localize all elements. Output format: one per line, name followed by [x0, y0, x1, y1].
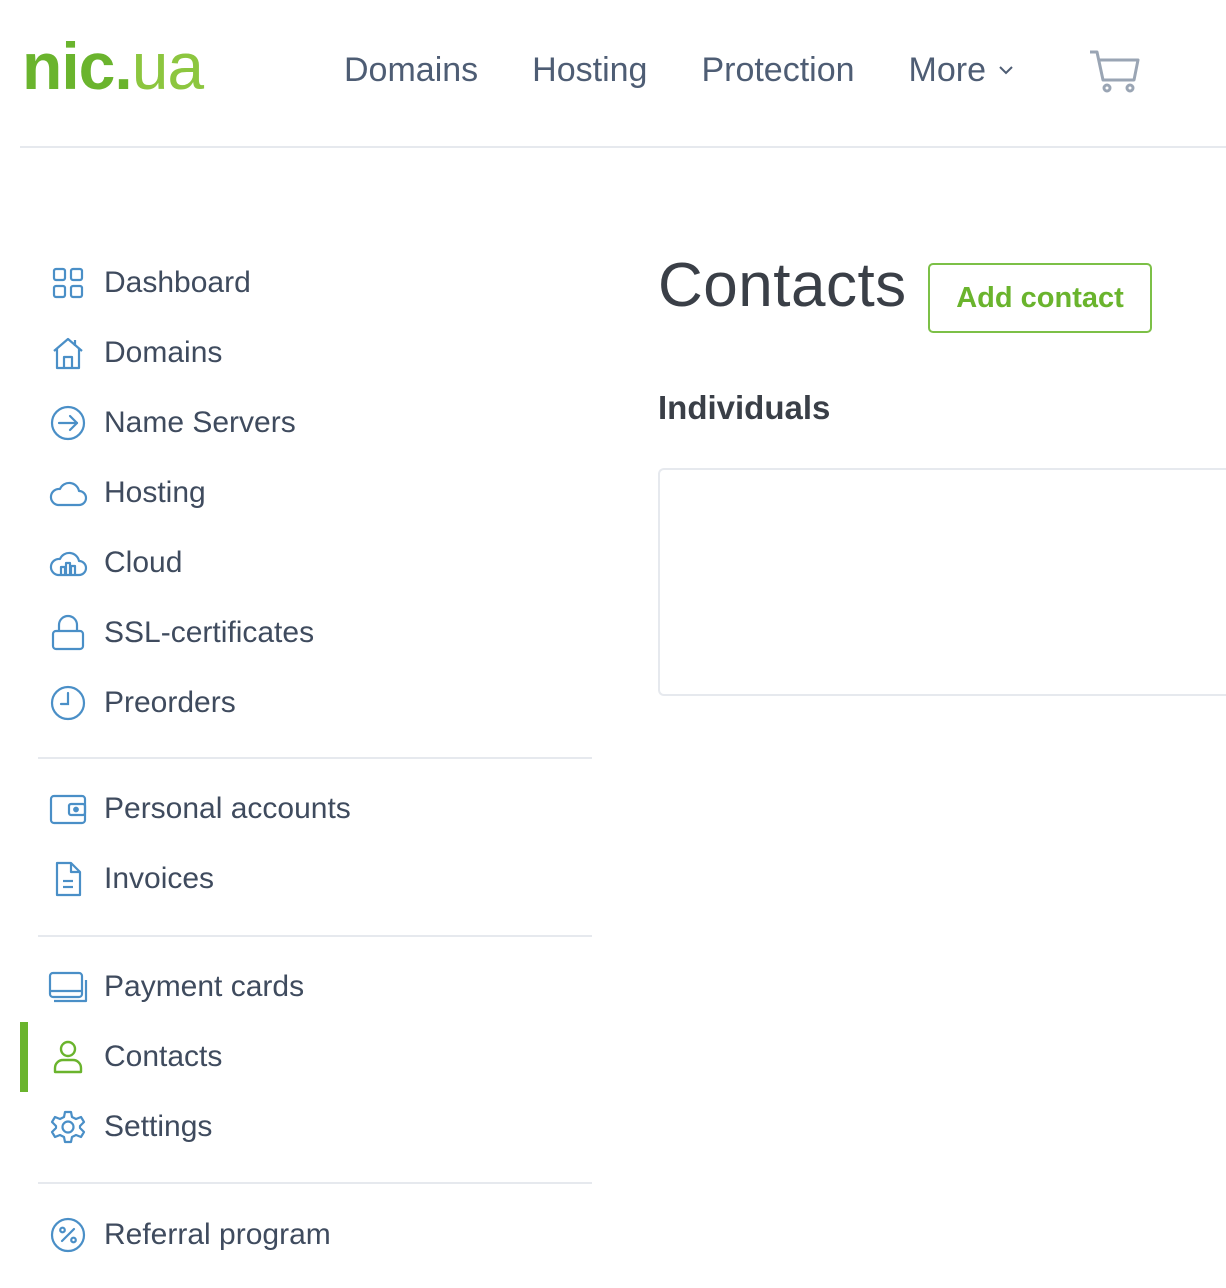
sidebar-item-domains[interactable]: Domains	[0, 318, 600, 388]
sidebar-item-personal-accounts[interactable]: Personal accounts	[0, 774, 600, 844]
dashboard-grid-icon	[48, 263, 88, 303]
lock-icon	[48, 613, 88, 653]
sidebar-item-contacts[interactable]: Contacts	[0, 1022, 600, 1092]
cart-icon[interactable]	[1088, 48, 1142, 94]
sidebar-item-label: Preorders	[104, 686, 236, 719]
sidebar-item-label: Contacts	[104, 1040, 223, 1073]
nav-hosting-label: Hosting	[532, 50, 648, 89]
nav-hosting[interactable]: Hosting	[532, 51, 647, 90]
cloud-chart-icon	[48, 543, 88, 583]
person-icon	[48, 1037, 88, 1077]
logo-text-dot: .	[114, 29, 132, 103]
nic-ua-logo[interactable]: nic.ua	[22, 29, 204, 103]
logo-text-ua: ua	[131, 29, 204, 103]
document-icon	[48, 859, 88, 899]
sidebar-item-label: Payment cards	[104, 970, 305, 1003]
sidebar-divider	[38, 935, 592, 937]
sidebar-item-label: Personal accounts	[104, 792, 351, 825]
page-title: Contacts	[658, 251, 907, 320]
individuals-contacts-panel	[658, 468, 1226, 696]
nav-protection[interactable]: Protection	[701, 51, 854, 90]
nav-more-label: More	[908, 50, 987, 89]
active-indicator	[20, 1022, 28, 1092]
sidebar-item-label: Hosting	[104, 476, 206, 509]
sidebar-item-dashboard[interactable]: Dashboard	[0, 248, 600, 318]
house-icon	[48, 333, 88, 373]
sidebar-item-referral-program[interactable]: Referral program	[0, 1200, 600, 1270]
sidebar-item-label: Settings	[104, 1110, 213, 1143]
sidebar-item-label: Invoices	[104, 862, 215, 895]
sidebar-item-payment-cards[interactable]: Payment cards	[0, 952, 600, 1022]
logo-text-nic: nic	[22, 29, 115, 103]
chevron-down-icon	[998, 65, 1014, 75]
header-divider	[20, 146, 1226, 148]
sidebar-item-settings[interactable]: Settings	[0, 1092, 600, 1162]
sidebar-item-label: SSL-certificates	[104, 616, 315, 649]
gear-icon	[48, 1107, 88, 1147]
percent-icon	[48, 1215, 88, 1255]
top-navigation: Domains Hosting Protection More	[344, 46, 1068, 94]
sidebar-item-label: Referral program	[104, 1218, 331, 1251]
clock-icon	[48, 683, 88, 723]
sidebar-item-name-servers[interactable]: Name Servers	[0, 388, 600, 458]
individuals-heading: Individuals	[658, 389, 831, 426]
sidebar-item-preorders[interactable]: Preorders	[0, 668, 600, 738]
cards-icon	[48, 967, 88, 1007]
arrow-circle-icon	[48, 403, 88, 443]
nav-protection-label: Protection	[701, 50, 855, 89]
sidebar-menu: Dashboard Domains Name Servers Hosting C…	[0, 248, 600, 1270]
nav-domains-label: Domains	[344, 50, 479, 89]
add-contact-button[interactable]: Add contact	[928, 263, 1152, 333]
sidebar-item-hosting[interactable]: Hosting	[0, 458, 600, 528]
sidebar-item-label: Domains	[104, 336, 223, 369]
sidebar-item-ssl-certificates[interactable]: SSL-certificates	[0, 598, 600, 668]
sidebar-item-label: Cloud	[104, 546, 183, 579]
sidebar-item-invoices[interactable]: Invoices	[0, 844, 600, 914]
nav-domains[interactable]: Domains	[344, 51, 478, 90]
wallet-icon	[48, 789, 88, 829]
sidebar-item-cloud[interactable]: Cloud	[0, 528, 600, 598]
nav-more[interactable]: More	[909, 51, 1014, 90]
sidebar-item-label: Dashboard	[104, 266, 251, 299]
sidebar-item-label: Name Servers	[104, 406, 296, 439]
site-header: nic.ua Domains Hosting Protection More	[0, 0, 1226, 148]
sidebar-divider	[38, 757, 592, 759]
sidebar-divider	[38, 1182, 592, 1184]
cloud-icon	[48, 473, 88, 513]
